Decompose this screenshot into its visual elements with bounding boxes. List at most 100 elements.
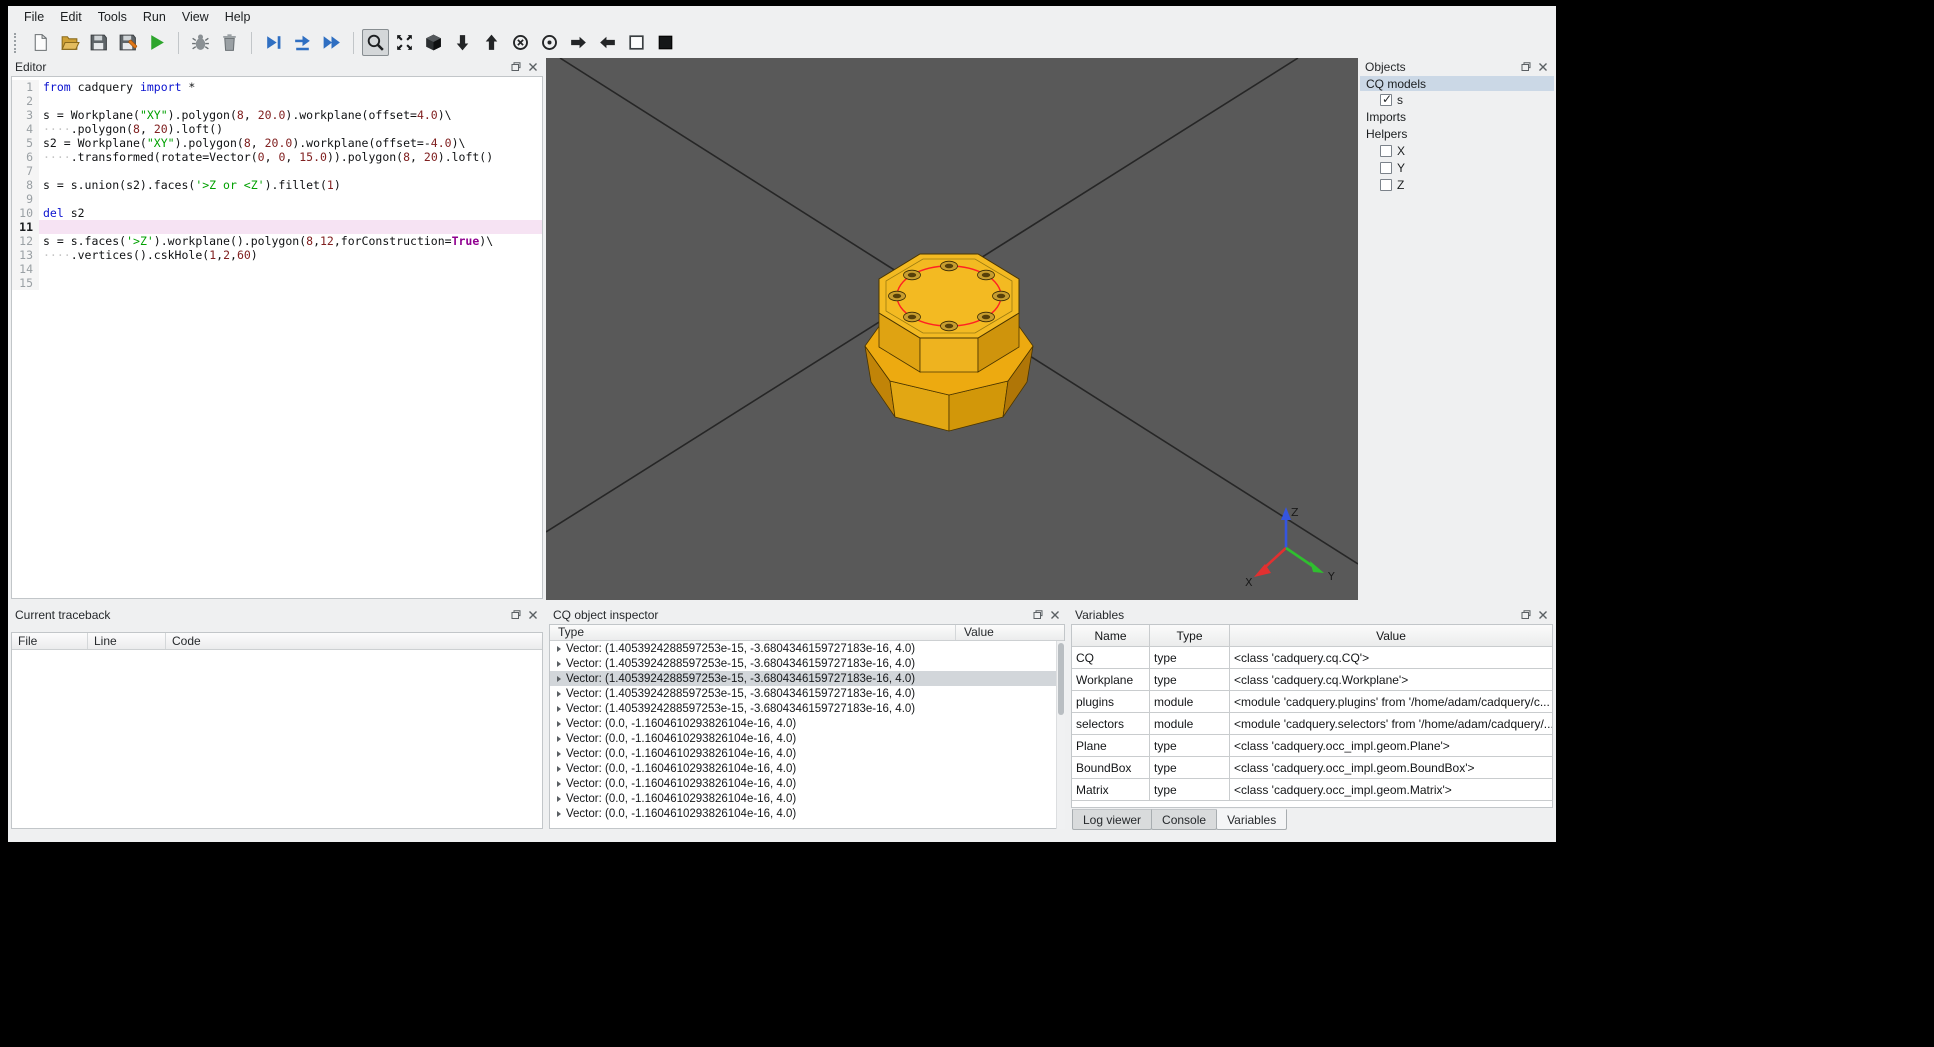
float-panel-button[interactable] — [1519, 60, 1533, 74]
bottom-view-button[interactable] — [478, 29, 505, 56]
checkbox-y[interactable] — [1380, 161, 1392, 174]
objects-item-helpers[interactable]: Helpers — [1360, 125, 1554, 142]
variable-row-plane[interactable]: Plane type <class 'cadquery.occ_impl.geom.… — [1072, 735, 1552, 757]
code-line-7[interactable]: 7 — [12, 164, 542, 178]
inspector-row[interactable]: Vector: (0.0, -1.1604610293826104e-16, 4… — [550, 731, 1064, 746]
expand-arrow-icon[interactable] — [557, 735, 561, 742]
traceback-header-code[interactable]: Code — [166, 633, 542, 649]
close-panel-button[interactable] — [526, 608, 540, 622]
code-line-3[interactable]: 3 s = Workplane("XY").polygon(8, 20.0).wo… — [12, 108, 542, 122]
fit-all-button[interactable] — [391, 29, 418, 56]
debug-button[interactable] — [187, 29, 214, 56]
close-panel-button[interactable] — [526, 60, 540, 74]
menu-run[interactable]: Run — [135, 8, 174, 26]
tab-console[interactable]: Console — [1151, 809, 1218, 830]
inspector-header-type[interactable]: Type — [550, 625, 956, 640]
code-line-4[interactable]: 4 ····.polygon(8, 20).loft() — [12, 122, 542, 136]
inspector-row[interactable]: Vector: (1.4053924288597253e-15, -3.6804… — [550, 656, 1064, 671]
left-view-button[interactable] — [565, 29, 592, 56]
inspector-row[interactable]: Vector: (0.0, -1.1604610293826104e-16, 4… — [550, 761, 1064, 776]
code-line-12[interactable]: 12 s = s.faces('>Z').workplane().polygon(… — [12, 234, 542, 248]
new-file-button[interactable] — [27, 29, 54, 56]
iso-view-button[interactable] — [420, 29, 447, 56]
inspector-header-value[interactable]: Value — [956, 625, 1064, 640]
expand-arrow-icon[interactable] — [557, 780, 561, 787]
objects-item-imports[interactable]: Imports — [1360, 108, 1554, 125]
wireframe-button[interactable] — [623, 29, 650, 56]
expand-arrow-icon[interactable] — [557, 750, 561, 757]
inspector-row[interactable]: Vector: (0.0, -1.1604610293826104e-16, 4… — [550, 776, 1064, 791]
toolbar-grip[interactable] — [14, 32, 20, 53]
expand-arrow-icon[interactable] — [557, 645, 561, 652]
code-line-14[interactable]: 14 — [12, 262, 542, 276]
code-line-5[interactable]: 5 s2 = Workplane("XY").polygon(8, 20.0).w… — [12, 136, 542, 150]
inspector-row[interactable]: Vector: (0.0, -1.1604610293826104e-16, 4… — [550, 716, 1064, 731]
close-panel-button[interactable] — [1536, 608, 1550, 622]
expand-arrow-icon[interactable] — [557, 765, 561, 772]
traceback-header-file[interactable]: File — [12, 633, 88, 649]
objects-item-s[interactable]: s — [1360, 91, 1554, 108]
objects-item-y[interactable]: Y — [1360, 159, 1554, 176]
objects-item-x[interactable]: X — [1360, 142, 1554, 159]
cad-model[interactable] — [864, 253, 1034, 432]
code-line-11[interactable]: 11 — [12, 220, 542, 234]
checkbox-s[interactable] — [1380, 92, 1392, 106]
delete-button[interactable] — [216, 29, 243, 56]
continue-button[interactable] — [318, 29, 345, 56]
expand-arrow-icon[interactable] — [557, 675, 561, 682]
float-panel-button[interactable] — [509, 608, 523, 622]
code-line-13[interactable]: 13 ····.vertices().cskHole(1,2,60) — [12, 248, 542, 262]
traceback-header-line[interactable]: Line — [88, 633, 166, 649]
scrollbar[interactable] — [1056, 641, 1065, 829]
inspector-row[interactable]: Vector: (0.0, -1.1604610293826104e-16, 4… — [550, 746, 1064, 761]
code-line-2[interactable]: 2 — [12, 94, 542, 108]
open-file-button[interactable] — [56, 29, 83, 56]
menu-view[interactable]: View — [174, 8, 217, 26]
save-button[interactable] — [85, 29, 112, 56]
top-view-button[interactable] — [449, 29, 476, 56]
inspector-row[interactable]: Vector: (0.0, -1.1604610293826104e-16, 4… — [550, 806, 1064, 821]
scrollbar-thumb[interactable] — [1058, 643, 1064, 715]
shaded-button[interactable] — [652, 29, 679, 56]
code-line-1[interactable]: 1 from cadquery import * — [12, 80, 542, 94]
save-as-button[interactable] — [114, 29, 141, 56]
close-panel-button[interactable] — [1536, 60, 1550, 74]
menu-file[interactable]: File — [16, 8, 52, 26]
variables-header-value[interactable]: Value — [1230, 625, 1552, 647]
variables-header-name[interactable]: Name — [1072, 625, 1150, 647]
inspector-row[interactable]: Vector: (1.4053924288597253e-15, -3.6804… — [550, 701, 1064, 716]
menu-edit[interactable]: Edit — [52, 8, 90, 26]
menu-help[interactable]: Help — [217, 8, 259, 26]
code-line-10[interactable]: 10 del s2 — [12, 206, 542, 220]
tab-log-viewer[interactable]: Log viewer — [1072, 809, 1153, 830]
expand-arrow-icon[interactable] — [557, 690, 561, 697]
step-button[interactable] — [260, 29, 287, 56]
back-view-button[interactable] — [536, 29, 563, 56]
viewport-3d[interactable]: X Y Z — [546, 58, 1358, 600]
code-line-9[interactable]: 9 — [12, 192, 542, 206]
variable-row-workplane[interactable]: Workplane type <class 'cadquery.cq.Workpla… — [1072, 669, 1552, 691]
float-panel-button[interactable] — [509, 60, 523, 74]
variable-row-plugins[interactable]: plugins module <module 'cadquery.plugins' … — [1072, 691, 1552, 713]
menu-tools[interactable]: Tools — [90, 8, 135, 26]
variable-row-cq[interactable]: CQ type <class 'cadquery.cq.CQ'> — [1072, 647, 1552, 669]
objects-group-header[interactable]: CQ models — [1360, 76, 1554, 91]
variable-row-matrix[interactable]: Matrix type <class 'cadquery.occ_impl.geom… — [1072, 779, 1552, 801]
objects-item-z[interactable]: Z — [1360, 176, 1554, 193]
right-view-button[interactable] — [594, 29, 621, 56]
inspector-row[interactable]: Vector: (0.0, -1.1604610293826104e-16, 4… — [550, 791, 1064, 806]
inspector-row[interactable]: Vector: (1.4053924288597253e-15, -3.6804… — [550, 641, 1064, 656]
zoom-fit-button[interactable] — [362, 29, 389, 56]
inspector-row[interactable]: Vector: (1.4053924288597253e-15, -3.6804… — [550, 671, 1064, 686]
expand-arrow-icon[interactable] — [557, 810, 561, 817]
tab-variables[interactable]: Variables — [1216, 809, 1288, 830]
expand-arrow-icon[interactable] — [557, 720, 561, 727]
code-line-8[interactable]: 8 s = s.union(s2).faces('>Z or <Z').fille… — [12, 178, 542, 192]
variable-row-boundbox[interactable]: BoundBox type <class 'cadquery.occ_impl.ge… — [1072, 757, 1552, 779]
float-panel-button[interactable] — [1031, 608, 1045, 622]
variables-header-type[interactable]: Type — [1150, 625, 1230, 647]
checkbox-z[interactable] — [1380, 178, 1392, 191]
expand-arrow-icon[interactable] — [557, 795, 561, 802]
variable-row-selectors[interactable]: selectors module <module 'cadquery.selecto… — [1072, 713, 1552, 735]
expand-arrow-icon[interactable] — [557, 660, 561, 667]
